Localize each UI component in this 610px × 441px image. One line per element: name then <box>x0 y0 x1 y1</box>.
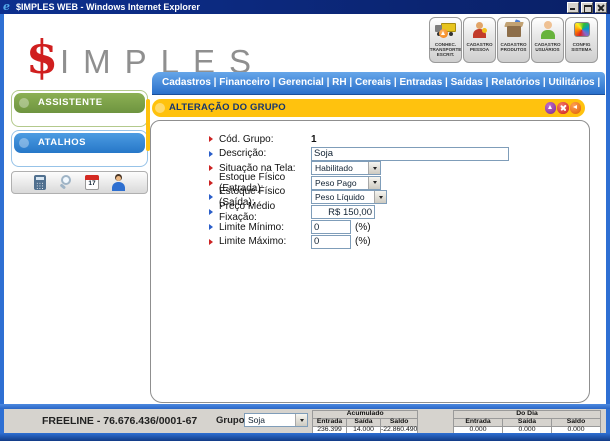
toolbar-button-conhec-transporte[interactable]: CONHEC. TRANSPORTE ESCRIT. <box>429 17 462 63</box>
calendar-icon[interactable]: 17 <box>84 174 101 192</box>
menu-item-cadastros[interactable]: Cadastros <box>162 77 219 88</box>
user-icon <box>535 20 561 41</box>
limite-minimo-suffix: (%) <box>355 222 371 233</box>
status-bar: FREELINE - 76.676.436/0001-67 Grupo: Soj… <box>4 409 606 433</box>
button-accent-dot <box>19 98 29 108</box>
do-dia-header-saldo: Saldo <box>552 418 601 426</box>
minimize-button[interactable] <box>567 2 579 13</box>
panel-close-button[interactable] <box>557 102 569 114</box>
window-titlebar: e $IMPLES WEB - Windows Internet Explore… <box>0 0 610 14</box>
internet-explorer-icon: e <box>3 2 13 12</box>
estoque-entrada-selected-value: Peso Pago <box>315 178 357 188</box>
panel-title-bar: ALTERAÇÃO DO GRUPO <box>152 99 585 117</box>
toolbar-button-config-sistema[interactable]: CONFIG SISTEMA <box>565 17 598 63</box>
company-identifier: FREELINE - 76.676.436/0001-67 <box>42 409 197 433</box>
estoque-entrada-select[interactable]: Peso Pago <box>311 176 381 190</box>
acumulado-table: Acumulado Entrada Saída Saldo 236.399 14… <box>312 410 418 434</box>
atalhos-label: ATALHOS <box>38 137 86 148</box>
situacao-select[interactable]: Habilitado <box>311 161 381 175</box>
toolbar-button-label: CONHEC. TRANSPORTE ESCRIT. <box>430 42 462 57</box>
limite-minimo-label: Limite Mínimo: <box>219 222 311 233</box>
field-bullet-icon <box>209 194 213 200</box>
assistente-label: ASSISTENTE <box>38 97 103 108</box>
person-icon <box>467 20 493 41</box>
menu-item-cereais[interactable]: Cereais <box>355 77 400 88</box>
limite-maximo-input[interactable] <box>311 235 351 249</box>
title-accent-dot <box>155 103 165 113</box>
field-bullet-icon <box>209 165 213 171</box>
close-button[interactable] <box>595 2 607 13</box>
descricao-input[interactable] <box>311 147 509 161</box>
grupo-select[interactable]: Soja <box>244 413 308 427</box>
estoque-saida-select[interactable]: Peso Líquido <box>311 190 387 204</box>
atalhos-panel: ATALHOS <box>11 130 148 167</box>
menu-item-saidas[interactable]: Saídas <box>451 77 492 88</box>
descricao-label: Descrição: <box>219 148 311 159</box>
toolbar-button-label: CONFIG SISTEMA <box>566 42 597 52</box>
acumulado-header-saldo: Saldo <box>381 418 418 426</box>
menu-item-entradas[interactable]: Entradas <box>399 77 450 88</box>
menu-item-utilitarios[interactable]: Utilitários <box>549 77 601 88</box>
dropdown-arrow-icon <box>295 414 307 426</box>
field-bullet-icon <box>209 224 213 230</box>
grupo-selected-value: Soja <box>248 415 265 425</box>
menu-item-gerencial[interactable]: Gerencial <box>278 77 332 88</box>
search-icon[interactable] <box>58 174 75 192</box>
package-icon <box>501 20 527 41</box>
sidebar-icon-bar: 17 <box>11 171 148 194</box>
situacao-selected-value: Habilitado <box>315 163 353 173</box>
panel-title: ALTERAÇÃO DO GRUPO <box>169 99 286 117</box>
button-accent-dot <box>19 138 29 148</box>
toolbar-button-label: CADASTRO USUÁRIOS <box>532 42 563 52</box>
dropdown-arrow-icon <box>374 191 386 203</box>
truck-icon <box>433 20 459 41</box>
field-bullet-icon <box>209 151 213 157</box>
toolbar-button-label: CADASTRO PESSOA <box>464 42 495 52</box>
limite-maximo-label: Limite Máximo: <box>219 236 311 247</box>
logo-dollar-symbol: $ <box>26 30 58 84</box>
grupo-label: Grupo: <box>216 409 248 433</box>
calendar-day: 17 <box>85 180 99 187</box>
assistente-panel: ASSISTENTE <box>11 90 148 127</box>
atalhos-button[interactable]: ATALHOS <box>14 133 145 153</box>
estoque-saida-selected-value: Peso Líquido <box>315 192 365 202</box>
field-bullet-icon <box>209 136 213 142</box>
toolbar-button-cadastro-produtos[interactable]: CADASTRO PRODUTOS <box>497 17 530 63</box>
menu-item-rh[interactable]: RH <box>332 77 355 88</box>
panel-collapse-button[interactable] <box>545 102 557 114</box>
window-bottom-border <box>0 433 610 441</box>
do-dia-header-entrada: Entrada <box>454 418 503 426</box>
toolbar-button-cadastro-usuarios[interactable]: CADASTRO USUÁRIOS <box>531 17 564 63</box>
preco-medio-input[interactable] <box>311 205 375 219</box>
field-bullet-icon <box>209 180 213 186</box>
avatar-icon[interactable] <box>110 174 127 192</box>
acumulado-header-entrada: Entrada <box>313 418 347 426</box>
menu-item-relatorios[interactable]: Relatórios <box>491 77 548 88</box>
page-background: $ IMPLES CONHEC. TRANSPORTE ESCRIT. CADA… <box>4 14 606 409</box>
field-bullet-icon <box>209 239 213 245</box>
window-title: $IMPLES WEB - Windows Internet Explorer <box>16 2 567 12</box>
do-dia-table: Do Dia Entrada Saída Saldo 0.000 0.000 0… <box>453 410 601 434</box>
toolbar-button-cadastro-pessoa[interactable]: CADASTRO PESSOA <box>463 17 496 63</box>
acumulado-header-saida: Saída <box>347 418 381 426</box>
cod-grupo-label: Cód. Grupo: <box>219 134 311 145</box>
toolbar-button-label: CADASTRO PRODUTOS <box>498 42 529 52</box>
calculator-icon[interactable] <box>32 174 49 192</box>
menu-item-financeiro[interactable]: Financeiro <box>219 77 278 88</box>
cod-grupo-value: 1 <box>311 134 317 145</box>
limite-maximo-suffix: (%) <box>355 236 371 247</box>
dropdown-arrow-icon <box>368 177 380 189</box>
color-fan-icon <box>569 20 595 41</box>
field-bullet-icon <box>209 209 213 215</box>
limite-minimo-input[interactable] <box>311 220 351 234</box>
browser-window: e $IMPLES WEB - Windows Internet Explore… <box>0 0 610 441</box>
panel-back-button[interactable] <box>570 102 582 114</box>
assistente-button[interactable]: ASSISTENTE <box>14 93 145 113</box>
content-panel: Cód. Grupo: 1 Descrição: Situação na Tel… <box>150 120 590 403</box>
maximize-button[interactable] <box>581 2 593 13</box>
dropdown-arrow-icon <box>368 162 380 174</box>
do-dia-header-saida: Saída <box>503 418 552 426</box>
main-menu-bar: Cadastros Financeiro Gerencial RH Cereai… <box>152 72 605 95</box>
